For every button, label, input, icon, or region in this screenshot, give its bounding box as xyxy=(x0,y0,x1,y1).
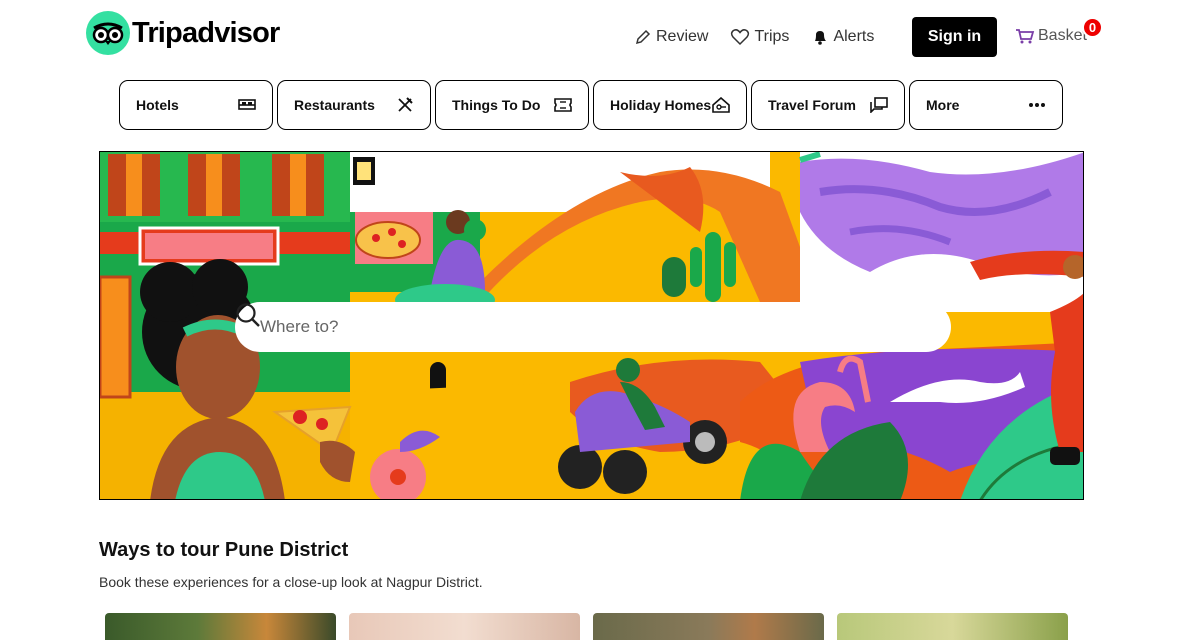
basket-link[interactable]: Basket xyxy=(1015,27,1087,45)
cart-icon xyxy=(1016,29,1035,44)
tab-holiday-homes-label: Holiday Homes xyxy=(610,97,712,113)
section-title: Ways to tour Pune District xyxy=(99,539,349,561)
alerts-label: Alerts xyxy=(833,28,875,45)
tab-hotels-label: Hotels xyxy=(136,97,179,113)
tab-things-to-do[interactable]: Things To Do xyxy=(435,80,589,130)
tripadvisor-logo[interactable]: Tripadvisor xyxy=(86,11,280,55)
experience-card[interactable] xyxy=(105,613,336,640)
tab-restaurants-label: Restaurants xyxy=(294,97,375,113)
tab-more[interactable]: More xyxy=(909,80,1063,130)
tab-travel-forum[interactable]: Travel Forum xyxy=(751,80,905,130)
brand-name: Tripadvisor xyxy=(132,16,280,49)
experience-cards xyxy=(105,613,1081,640)
experience-card[interactable] xyxy=(837,613,1068,640)
tab-more-label: More xyxy=(926,97,960,113)
site-header: Tripadvisor Review Trips Alerts Sign in … xyxy=(0,0,1179,76)
trips-label: Trips xyxy=(754,28,790,45)
heart-icon xyxy=(731,29,750,46)
tab-things-to-do-label: Things To Do xyxy=(452,97,541,113)
experience-card[interactable] xyxy=(349,613,580,640)
basket-label: Basket xyxy=(1038,27,1087,44)
tab-travel-forum-label: Travel Forum xyxy=(768,97,856,113)
category-tabs: Hotels Restaurants Things To Do Holiday … xyxy=(119,80,1063,130)
utensils-icon xyxy=(398,97,413,112)
section-subtitle: Book these experiences for a close-up lo… xyxy=(99,574,483,590)
ellipsis-icon xyxy=(1029,103,1045,107)
tab-hotels[interactable]: Hotels xyxy=(119,80,273,130)
hero-banner xyxy=(99,151,1084,500)
search-icon xyxy=(236,303,260,327)
top-nav: Review Trips Alerts xyxy=(634,17,896,57)
experience-card[interactable] xyxy=(593,613,824,640)
trips-link[interactable]: Trips xyxy=(730,28,789,46)
search-bar[interactable] xyxy=(235,302,951,352)
alerts-link[interactable]: Alerts xyxy=(811,28,874,46)
tab-holiday-homes[interactable]: Holiday Homes xyxy=(593,80,747,130)
chat-bubbles-icon xyxy=(870,97,888,113)
search-input[interactable] xyxy=(260,317,880,337)
owl-logo-icon xyxy=(86,11,130,55)
review-label: Review xyxy=(656,28,709,45)
bed-icon xyxy=(238,99,256,110)
house-key-icon xyxy=(712,97,730,113)
review-link[interactable]: Review xyxy=(634,28,708,46)
ticket-icon xyxy=(554,98,572,112)
tab-restaurants[interactable]: Restaurants xyxy=(277,80,431,130)
bell-icon xyxy=(815,31,827,45)
sign-in-button[interactable]: Sign in xyxy=(912,17,997,57)
pencil-icon xyxy=(635,29,651,45)
basket-count-badge: 0 xyxy=(1082,17,1103,38)
